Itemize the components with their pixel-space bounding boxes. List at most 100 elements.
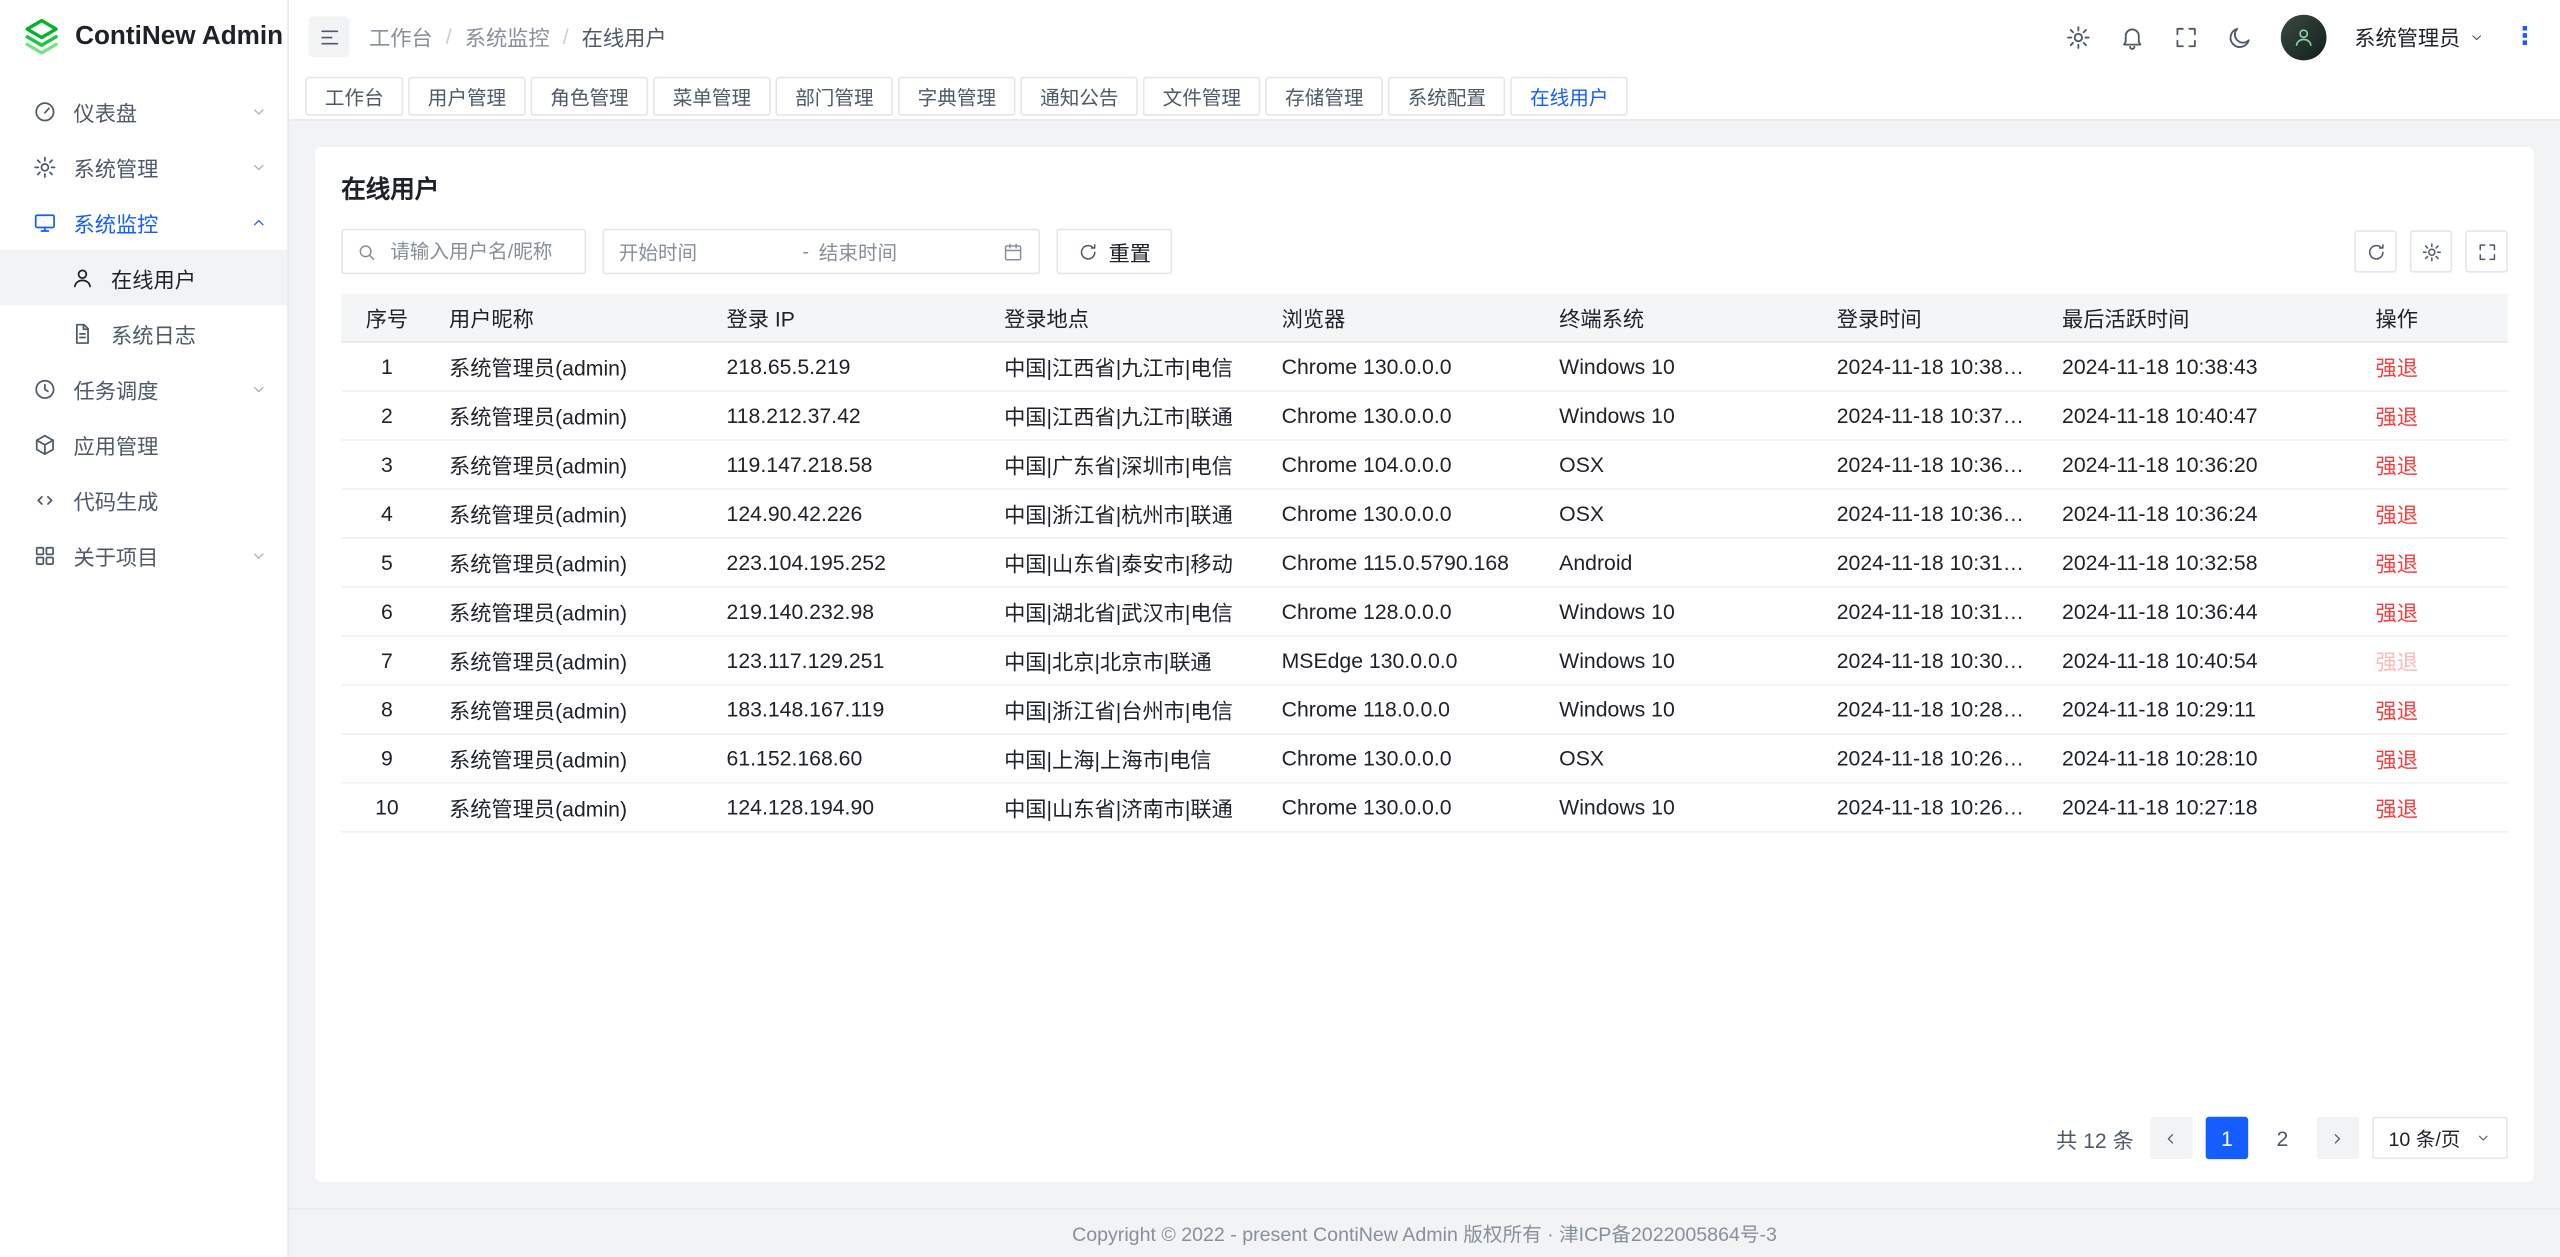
sidebar-item-dashboard[interactable]: 仪表盘 — [0, 83, 287, 139]
sidebar-menu: 仪表盘系统管理系统监控在线用户系统日志任务调度应用管理代码生成关于项目 — [0, 73, 287, 582]
login-ip: 218.65.5.219 — [710, 342, 988, 391]
reset-button[interactable]: 重置 — [1056, 229, 1172, 275]
sidebar-item-online-user[interactable]: 在线用户 — [0, 250, 287, 306]
column-header: 登录 IP — [710, 294, 988, 342]
browser: MSEdge 130.0.0.0 — [1265, 636, 1543, 685]
settings-icon[interactable] — [2065, 24, 2091, 50]
table-row: 7系统管理员(admin)123.117.129.251中国|北京|北京市|联通… — [341, 636, 2508, 685]
more-actions-icon[interactable]: ⋮ — [2513, 24, 2537, 48]
login-location: 中国|广东省|深圳市|电信 — [988, 440, 1266, 489]
last-active-time: 2024-11-18 10:40:47 — [2046, 391, 2359, 440]
actions-cell: 强退 — [2359, 783, 2508, 832]
force-logout-link[interactable]: 强退 — [2376, 797, 2418, 821]
sidebar-item-label: 系统日志 — [111, 318, 196, 349]
reset-label: 重置 — [1109, 236, 1151, 267]
actions-cell: 强退 — [2359, 538, 2508, 587]
app-title: ContiNew Admin — [75, 22, 283, 51]
login-ip: 219.140.232.98 — [710, 587, 988, 636]
last-active-time: 2024-11-18 10:28:10 — [2046, 734, 2359, 783]
login-time: 2024-11-18 10:30:47 — [1820, 636, 2045, 685]
clock-icon — [33, 376, 57, 400]
force-logout-link[interactable]: 强退 — [2376, 454, 2418, 478]
os: Windows 10 — [1543, 391, 1821, 440]
login-location: 中国|上海|上海市|电信 — [988, 734, 1266, 783]
notification-bell-icon[interactable] — [2119, 24, 2145, 50]
table-row: 2系统管理员(admin)118.212.37.42中国|江西省|九江市|联通C… — [341, 391, 2508, 440]
tab-6[interactable]: 通知公告 — [1021, 77, 1139, 116]
force-logout-link[interactable]: 强退 — [2376, 748, 2418, 772]
sidebar-item-code-generation[interactable]: 代码生成 — [0, 472, 287, 528]
dark-mode-moon-icon[interactable] — [2227, 24, 2253, 50]
page-button-2[interactable]: 2 — [2261, 1117, 2303, 1159]
column-header: 浏览器 — [1265, 294, 1543, 342]
user-icon — [70, 265, 94, 289]
user-nickname: 系统管理员(admin) — [433, 734, 711, 783]
code-icon — [33, 487, 57, 511]
tab-4[interactable]: 部门管理 — [776, 77, 894, 116]
sidebar-item-label: 任务调度 — [73, 373, 158, 404]
sidebar-item-about-project[interactable]: 关于项目 — [0, 527, 287, 583]
breadcrumb-item[interactable]: 工作台 — [369, 21, 433, 52]
sidebar-item-task-schedule[interactable]: 任务调度 — [0, 361, 287, 417]
tab-3[interactable]: 菜单管理 — [653, 77, 771, 116]
tab-2[interactable]: 角色管理 — [531, 77, 649, 116]
table-fullscreen-button[interactable] — [2465, 230, 2507, 272]
column-header: 最后活跃时间 — [2046, 294, 2359, 342]
row-index: 1 — [341, 342, 432, 391]
sidebar-collapse-button[interactable] — [309, 16, 350, 57]
table-settings-button[interactable] — [2410, 230, 2452, 272]
column-header: 序号 — [341, 294, 432, 342]
login-ip: 119.147.218.58 — [710, 440, 988, 489]
login-ip: 123.117.129.251 — [710, 636, 988, 685]
tab-9[interactable]: 系统配置 — [1388, 77, 1506, 116]
prev-page-button[interactable] — [2150, 1117, 2192, 1159]
page-size-select[interactable]: 10 条/页 — [2372, 1117, 2508, 1159]
sidebar-item-label: 在线用户 — [111, 262, 196, 293]
tab-7[interactable]: 文件管理 — [1143, 77, 1261, 116]
tab-5[interactable]: 字典管理 — [898, 77, 1016, 116]
table-row: 10系统管理员(admin)124.128.194.90中国|山东省|济南市|联… — [341, 783, 2508, 832]
sidebar-item-system-log[interactable]: 系统日志 — [0, 305, 287, 361]
sidebar-item-app-management[interactable]: 应用管理 — [0, 416, 287, 472]
actions-cell: 强退 — [2359, 440, 2508, 489]
toolbar: 开始时间 - 结束时间 重置 — [341, 229, 2508, 275]
login-location: 中国|浙江省|杭州市|联通 — [988, 489, 1266, 538]
tab-1[interactable]: 用户管理 — [408, 77, 526, 116]
search-input[interactable] — [387, 238, 571, 264]
tab-8[interactable]: 存储管理 — [1266, 77, 1384, 116]
row-index: 10 — [341, 783, 432, 832]
main-area: 工作台 / 系统监控 / 在线用户 系统管理员 ⋮ — [289, 0, 2560, 1257]
breadcrumb-item[interactable]: 系统监控 — [465, 21, 550, 52]
force-logout-link[interactable]: 强退 — [2376, 552, 2418, 576]
page-size-label: 10 条/页 — [2389, 1124, 2461, 1152]
table-refresh-button[interactable] — [2354, 230, 2396, 272]
next-page-button[interactable] — [2317, 1117, 2359, 1159]
actions-cell: 强退 — [2359, 391, 2508, 440]
login-time: 2024-11-18 10:38:39 — [1820, 342, 2045, 391]
browser: Chrome 130.0.0.0 — [1265, 489, 1543, 538]
user-nickname: 系统管理员(admin) — [433, 489, 711, 538]
row-index: 8 — [341, 685, 432, 734]
avatar[interactable] — [2281, 14, 2327, 60]
fullscreen-icon[interactable] — [2173, 24, 2199, 50]
breadcrumb: 工作台 / 系统监控 / 在线用户 — [369, 21, 667, 52]
force-logout-link[interactable]: 强退 — [2376, 356, 2418, 380]
force-logout-link[interactable]: 强退 — [2376, 601, 2418, 625]
tab-10[interactable]: 在线用户 — [1510, 77, 1628, 116]
sidebar-item-system-management[interactable]: 系统管理 — [0, 139, 287, 195]
force-logout-link[interactable]: 强退 — [2376, 650, 2418, 674]
force-logout-link[interactable]: 强退 — [2376, 503, 2418, 527]
user-menu[interactable]: 系统管理员 — [2354, 21, 2485, 52]
force-logout-link[interactable]: 强退 — [2376, 699, 2418, 723]
chevron-right-icon — [2329, 1129, 2347, 1147]
sidebar-item-system-monitor[interactable]: 系统监控 — [0, 194, 287, 250]
page-button-1[interactable]: 1 — [2206, 1117, 2248, 1159]
continew-logo-icon — [21, 16, 62, 57]
app-logo[interactable]: ContiNew Admin — [0, 0, 287, 73]
sidebar: ContiNew Admin 仪表盘系统管理系统监控在线用户系统日志任务调度应用… — [0, 0, 289, 1257]
tab-0[interactable]: 工作台 — [305, 77, 403, 116]
row-index: 3 — [341, 440, 432, 489]
force-logout-link[interactable]: 强退 — [2376, 405, 2418, 429]
date-range-picker[interactable]: 开始时间 - 结束时间 — [602, 229, 1040, 275]
actions-cell: 强退 — [2359, 636, 2508, 685]
